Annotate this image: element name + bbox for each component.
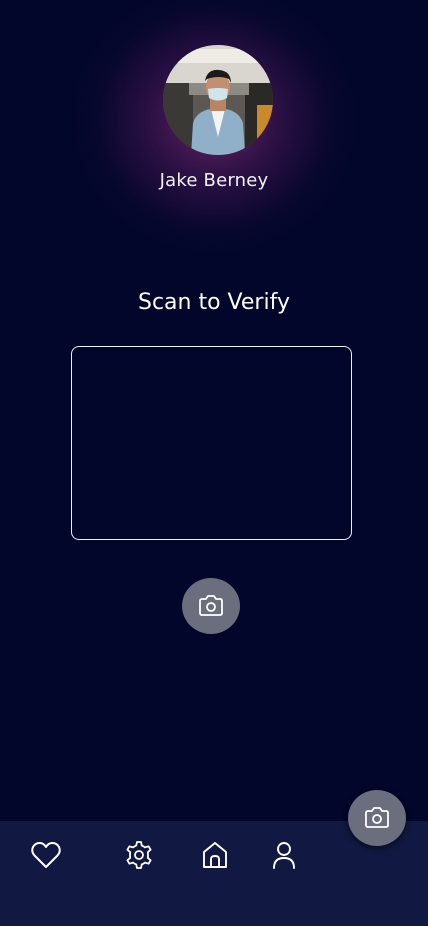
scan-title: Scan to Verify (138, 290, 290, 315)
nav-settings[interactable] (123, 839, 155, 871)
heart-icon (31, 841, 61, 868)
camera-icon (199, 595, 223, 616)
avatar[interactable] (163, 45, 273, 155)
scan-camera-button[interactable] (182, 578, 240, 634)
user-name: Jake Berney (159, 170, 269, 191)
nav-home[interactable] (199, 839, 231, 871)
floating-camera-button[interactable] (348, 790, 406, 846)
gear-icon (126, 841, 152, 869)
camera-icon (365, 807, 389, 828)
user-icon (273, 842, 295, 869)
avatar-photo (163, 45, 273, 155)
nav-favorites[interactable] (30, 839, 62, 871)
scan-frame (71, 346, 352, 540)
nav-profile[interactable] (268, 839, 300, 871)
verify-screen: Jake Berney Scan to Verify (0, 0, 428, 926)
home-icon (203, 842, 227, 868)
